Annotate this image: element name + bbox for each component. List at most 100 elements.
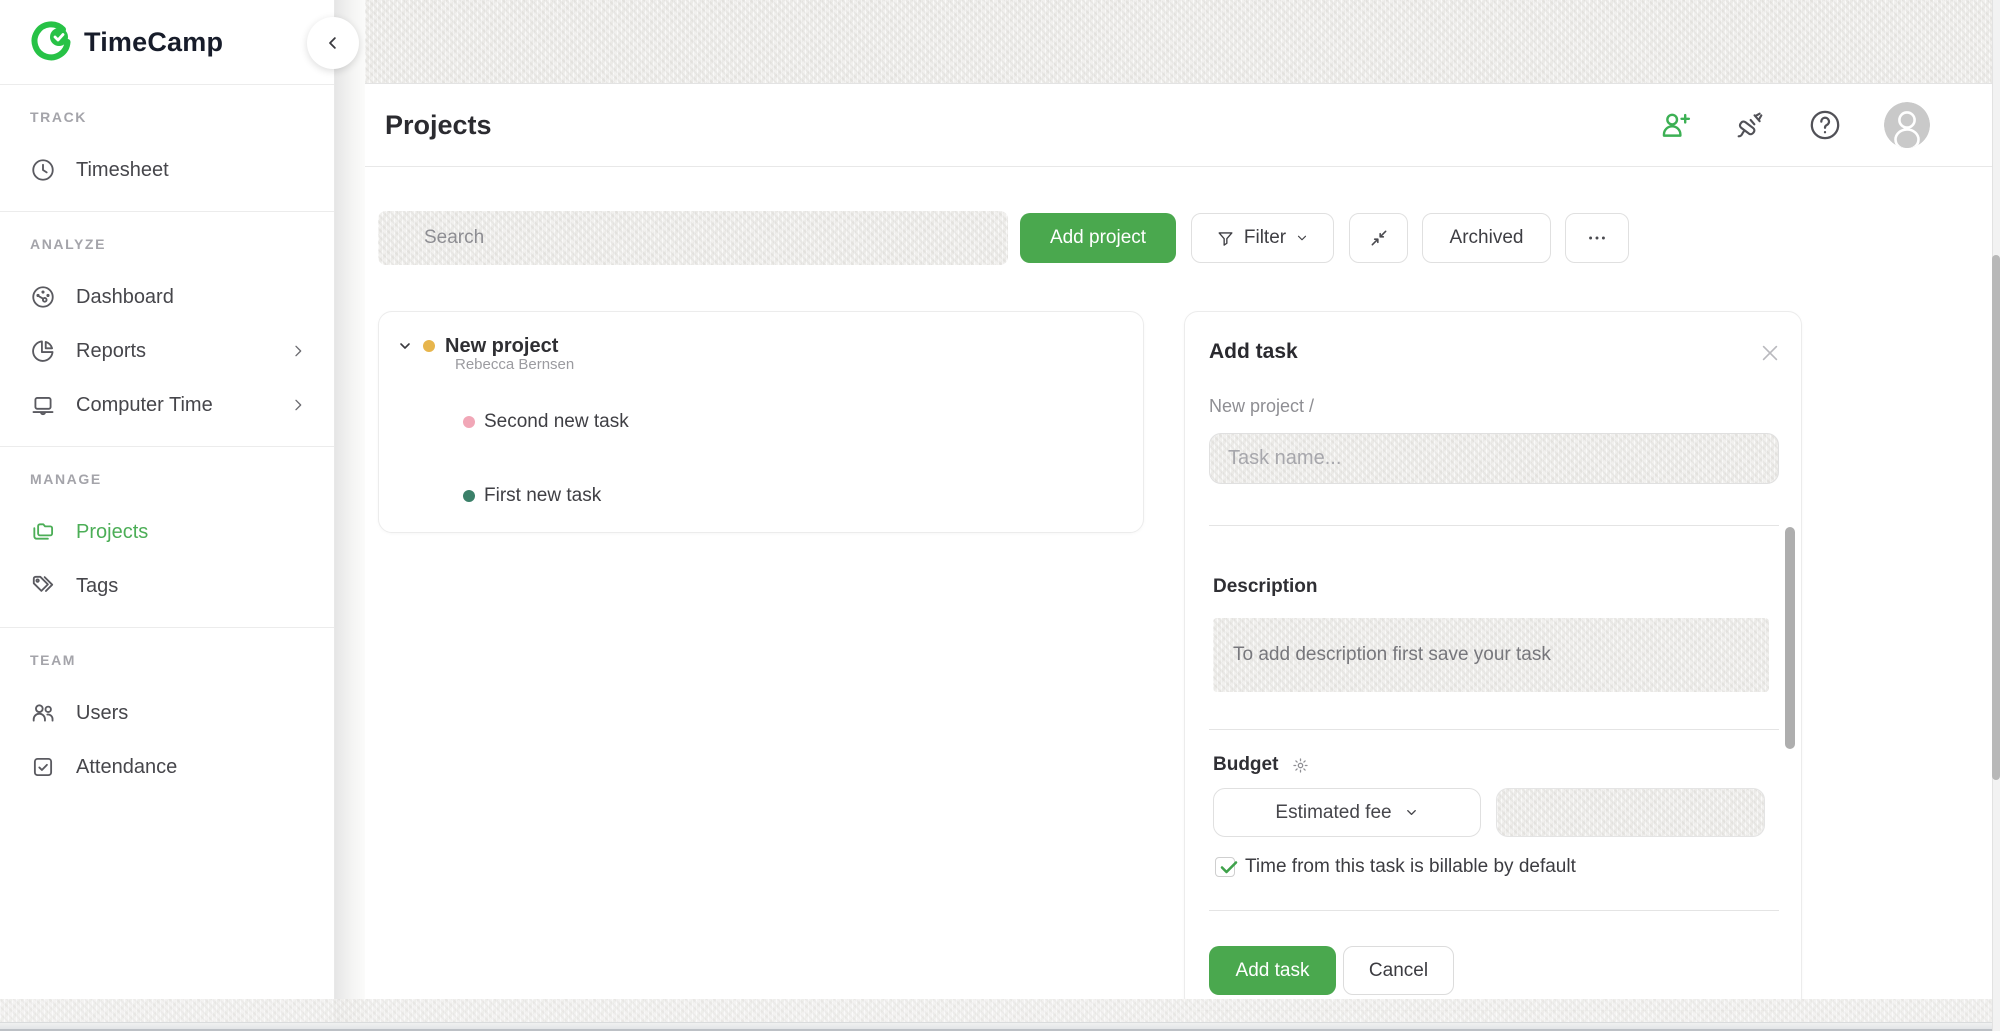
budget-type-select[interactable]: Estimated fee	[1213, 788, 1481, 837]
sidebar-item-label: Dashboard	[76, 285, 174, 308]
app-name: TimeCamp	[84, 26, 224, 57]
section-label: ANALYZE	[30, 236, 107, 252]
users-icon	[30, 700, 56, 726]
sidebar-shadow-gutter	[335, 0, 365, 1031]
task-row[interactable]: Second new task	[463, 407, 629, 437]
sidebar-item-label: Users	[76, 701, 129, 724]
filter-button[interactable]: Filter	[1191, 213, 1334, 263]
divider	[1209, 910, 1779, 911]
sidebar-item-computer-time[interactable]: Computer Time	[0, 378, 334, 432]
content-area: Add project Filter Archived	[365, 168, 2000, 1031]
invite-user-icon[interactable]	[1658, 108, 1692, 142]
bottom-texture-strip	[0, 999, 2000, 1022]
description-label: Description	[1213, 576, 1318, 597]
task-row[interactable]: First new task	[463, 481, 601, 511]
timecamp-logo-icon	[30, 21, 72, 63]
project-name[interactable]: New project	[445, 335, 558, 358]
divider	[1209, 729, 1779, 730]
section-label: MANAGE	[30, 471, 102, 487]
breadcrumb: New project /	[1209, 396, 1315, 416]
budget-type-value: Estimated fee	[1275, 801, 1392, 823]
sidebar-section-track: TRACK Timesheet	[0, 85, 334, 212]
archived-button[interactable]: Archived	[1422, 213, 1551, 263]
collapse-all-button[interactable]	[1349, 213, 1408, 263]
clock-icon	[30, 157, 56, 183]
help-icon[interactable]	[1808, 108, 1842, 142]
sidebar-collapse-button[interactable]	[307, 17, 359, 69]
app-logo[interactable]: TimeCamp	[0, 0, 334, 85]
header-icons	[1658, 102, 1930, 148]
page-scrollbar[interactable]	[1992, 0, 2000, 1031]
funnel-icon	[1216, 229, 1235, 248]
gear-icon[interactable]	[1292, 757, 1309, 774]
bottom-edge-bar	[0, 1022, 2000, 1031]
billable-label: Time from this task is billable by defau…	[1245, 856, 1576, 877]
chevron-down-icon	[1404, 805, 1419, 820]
sidebar-item-projects[interactable]: Projects	[0, 505, 334, 559]
search-input[interactable]	[378, 211, 1008, 265]
sidebar-item-label: Tags	[76, 574, 119, 597]
section-label: TEAM	[30, 652, 77, 668]
sidebar-item-attendance[interactable]: Attendance	[0, 740, 334, 794]
budget-label: Budget	[1213, 754, 1309, 776]
tags-icon	[30, 573, 56, 599]
task-color-dot	[463, 490, 475, 502]
billable-checkbox-row[interactable]: Time from this task is billable by defau…	[1215, 856, 1576, 878]
avatar[interactable]	[1884, 102, 1930, 148]
panel-scrollbar-thumb[interactable]	[1785, 527, 1795, 749]
sidebar-item-label: Reports	[76, 339, 147, 362]
sidebar-item-label: Attendance	[76, 755, 178, 778]
sidebar-item-label: Projects	[76, 520, 149, 543]
chevron-down-icon[interactable]	[397, 338, 413, 354]
divider	[1209, 525, 1779, 526]
close-icon[interactable]	[1755, 338, 1785, 368]
sidebar-item-label: Timesheet	[76, 158, 169, 181]
integrations-plug-icon[interactable]	[1734, 109, 1766, 141]
gauge-icon	[30, 284, 56, 310]
chevron-right-icon	[290, 397, 306, 413]
filter-button-label: Filter	[1243, 227, 1287, 248]
top-texture-strip	[365, 0, 2000, 84]
sidebar-item-users[interactable]: Users	[0, 686, 334, 740]
sidebar-item-timesheet[interactable]: Timesheet	[0, 143, 334, 197]
main-area: Projects Search Add project Filter Archi…	[365, 0, 2000, 1031]
budget-amount-input[interactable]	[1496, 788, 1765, 837]
chevron-left-icon	[324, 34, 342, 52]
task-name[interactable]: Second new task	[484, 411, 629, 433]
collapse-arrows-icon	[1369, 228, 1389, 248]
chevron-right-icon	[290, 343, 306, 359]
sidebar: TimeCamp TRACK Timesheet ANALYZE Dashboa…	[0, 0, 335, 1031]
sidebar-section-analyze: ANALYZE Dashboard Reports Computer Time	[0, 212, 334, 447]
page-header: Projects	[365, 84, 2000, 167]
chevron-down-icon	[1295, 231, 1309, 245]
add-project-button[interactable]: Add project	[1020, 213, 1176, 263]
task-color-dot	[463, 416, 475, 428]
ellipsis-icon	[1586, 227, 1608, 249]
sidebar-item-tags[interactable]: Tags	[0, 559, 334, 613]
pie-chart-icon	[30, 338, 56, 364]
add-task-submit-button[interactable]: Add task	[1209, 946, 1336, 995]
sidebar-section-manage: MANAGE Projects Tags	[0, 447, 334, 628]
sidebar-item-dashboard[interactable]: Dashboard	[0, 270, 334, 324]
sidebar-item-reports[interactable]: Reports	[0, 324, 334, 378]
page-title: Projects	[385, 109, 492, 140]
cancel-button[interactable]: Cancel	[1343, 946, 1454, 995]
page-scrollbar-thumb[interactable]	[1992, 255, 2000, 780]
checkbox-icon	[30, 754, 56, 780]
budget-label-text: Budget	[1213, 754, 1279, 775]
project-list-card: New project Rebecca Bernsen Second new t…	[378, 311, 1144, 533]
more-options-button[interactable]	[1565, 213, 1629, 263]
project-owner: Rebecca Bernsen	[455, 356, 575, 373]
description-field: To add description first save your task	[1213, 618, 1769, 692]
project-color-dot	[423, 340, 435, 352]
sidebar-section-team: TEAM Users Attendance	[0, 628, 334, 808]
laptop-icon	[30, 392, 56, 418]
sidebar-item-label: Computer Time	[76, 393, 213, 416]
add-task-panel: Add task New project / Description To ad…	[1184, 311, 1802, 1011]
task-name[interactable]: First new task	[484, 485, 601, 507]
sidebar-nav: TRACK Timesheet ANALYZE Dashboard Report…	[0, 85, 334, 808]
billable-checkbox[interactable]	[1215, 857, 1238, 877]
folders-icon	[30, 519, 56, 545]
section-label: TRACK	[30, 109, 87, 125]
task-name-input[interactable]	[1209, 433, 1779, 484]
